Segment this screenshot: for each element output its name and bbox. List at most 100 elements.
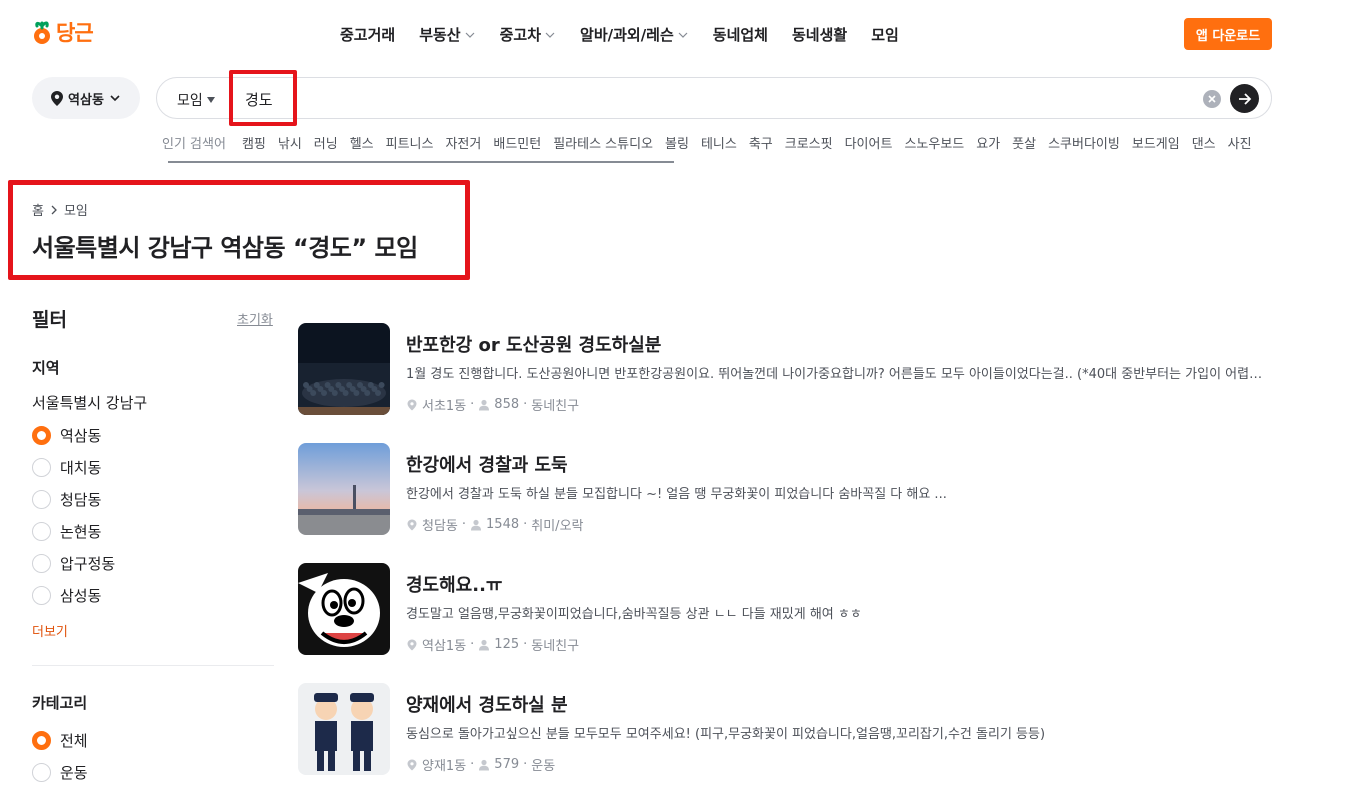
location-pin-icon — [407, 759, 417, 770]
popular-keyword[interactable]: 피트니스 — [386, 133, 434, 152]
nav-item-label: 동네업체 — [712, 26, 768, 44]
result-title[interactable]: 양재에서 경도하실 분 — [406, 691, 568, 717]
radio-label: 압구정동 — [60, 555, 116, 573]
result-item[interactable]: 양재에서 경도하실 분동심으로 돌아가고싶으신 분들 모두모두 모여주세요! (… — [298, 683, 1278, 775]
nav-item[interactable]: 중고차 — [500, 24, 556, 45]
nav-item-label: 중고거래 — [340, 26, 396, 44]
clear-search-button[interactable] — [1203, 90, 1221, 108]
popular-keyword[interactable]: 볼링 — [665, 133, 689, 152]
result-thumbnail[interactable] — [298, 683, 390, 775]
popular-keyword[interactable]: 낚시 — [278, 133, 302, 152]
radio-option[interactable]: 압구정동 — [32, 553, 115, 574]
location-pin-icon — [407, 639, 417, 650]
page-title: 서울특별시 강남구 역삼동 “경도” 모임 — [32, 234, 418, 262]
chevron-down-icon — [678, 32, 688, 38]
app-download-button[interactable]: 앱 다운로드 — [1184, 18, 1272, 50]
result-area: 청담동 — [422, 519, 458, 534]
radio-option[interactable]: 전체 — [32, 730, 88, 751]
nav-item[interactable]: 알바/과외/레슨 — [580, 24, 689, 45]
result-area: 서초1동 — [422, 399, 467, 414]
popular-keyword[interactable]: 보드게임 — [1132, 133, 1180, 152]
popular-keyword[interactable]: 풋살 — [1012, 133, 1036, 152]
carrot-logo-icon — [34, 21, 50, 44]
popular-keyword[interactable]: 러닝 — [314, 133, 338, 152]
nav-item[interactable]: 동네업체 — [713, 24, 768, 45]
popular-keyword[interactable]: 다이어트 — [845, 133, 893, 152]
popular-keyword[interactable]: 배드민턴 — [493, 133, 541, 152]
radio-unchecked-icon[interactable] — [32, 763, 51, 782]
search-category-select[interactable]: 모임 — [177, 90, 215, 110]
result-description: 동심으로 돌아가고싶으신 분들 모두모두 모여주세요! (피구,무궁화꽃이 피었… — [406, 727, 1046, 742]
popular-keyword[interactable]: 댄스 — [1192, 133, 1216, 152]
popular-keyword[interactable]: 자전거 — [445, 133, 481, 152]
search-category-label: 모임 — [177, 93, 203, 109]
radio-unchecked-icon[interactable] — [32, 458, 51, 477]
radio-unchecked-icon[interactable] — [32, 490, 51, 509]
meta-separator: · — [470, 397, 475, 412]
radio-option[interactable]: 청담동 — [32, 489, 101, 510]
breadcrumb-home[interactable]: 홈 — [32, 200, 44, 219]
radio-option[interactable]: 역삼동 — [32, 425, 101, 446]
meta-separator: · — [523, 397, 528, 412]
result-members: 125 — [494, 637, 520, 652]
filter-reset-link[interactable]: 초기화 — [237, 309, 273, 328]
popular-keywords-label: 인기 검색어 — [162, 137, 226, 152]
location-pin-icon — [407, 399, 417, 410]
popular-keyword[interactable]: 축구 — [749, 133, 773, 152]
close-icon — [1208, 95, 1216, 103]
popular-keyword[interactable]: 스노우보드 — [904, 133, 964, 152]
popular-keyword[interactable]: 크로스핏 — [785, 133, 833, 152]
popular-keyword[interactable]: 요가 — [976, 133, 1000, 152]
popular-keyword[interactable]: 필라테스 스튜디오 — [553, 133, 653, 152]
filter-title: 필터 — [32, 309, 67, 331]
result-area: 역삼1동 — [422, 639, 467, 654]
person-icon — [471, 519, 482, 530]
person-icon — [479, 639, 490, 650]
chevron-down-icon — [545, 32, 555, 38]
meta-separator: · — [523, 517, 528, 532]
radio-option[interactable]: 논현동 — [32, 521, 101, 542]
logo[interactable]: 당근 — [32, 17, 94, 47]
popular-keywords: 인기 검색어 캠핑 낚시 러닝 헬스 피트니스 자전거 배드민턴 필라테스 스튜디오 볼링 테니스… — [162, 133, 1264, 152]
meta-separator: · — [523, 757, 528, 772]
result-title[interactable]: 한강에서 경찰과 도둑 — [406, 451, 568, 477]
popular-keywords-scrollbar[interactable] — [168, 161, 674, 163]
radio-unchecked-icon[interactable] — [32, 522, 51, 541]
location-selector[interactable]: 역삼동 — [32, 77, 140, 119]
popular-keyword[interactable]: 사진 — [1228, 133, 1252, 152]
result-members: 579 — [494, 757, 520, 772]
result-thumbnail[interactable] — [298, 563, 390, 655]
search-submit-button[interactable] — [1230, 84, 1259, 113]
arrow-right-icon — [1238, 92, 1251, 105]
radio-label: 논현동 — [60, 523, 102, 541]
region-more-link[interactable]: 더보기 — [32, 621, 68, 640]
result-title[interactable]: 경도해요..ㅠ — [406, 571, 502, 597]
nav-item[interactable]: 동네생활 — [792, 24, 847, 45]
radio-unchecked-icon[interactable] — [32, 586, 51, 605]
result-category: 동네친구 — [531, 399, 580, 414]
radio-unchecked-icon[interactable] — [32, 554, 51, 573]
popular-keyword[interactable]: 캠핑 — [242, 133, 266, 152]
radio-checked-icon[interactable] — [32, 426, 51, 445]
region-parent-label: 서울특별시 강남구 — [32, 394, 148, 412]
radio-option[interactable]: 운동 — [32, 762, 88, 783]
breadcrumb-current[interactable]: 모임 — [64, 200, 88, 219]
nav-item[interactable]: 중고거래 — [340, 24, 395, 45]
result-thumbnail[interactable] — [298, 443, 390, 535]
result-thumbnail[interactable] — [298, 323, 390, 415]
result-title[interactable]: 반포한강 or 도산공원 경도하실분 — [406, 331, 661, 357]
nav-item[interactable]: 모임 — [871, 24, 899, 45]
nav-item[interactable]: 부동산 — [419, 24, 475, 45]
popular-keyword[interactable]: 헬스 — [350, 133, 374, 152]
popular-keyword[interactable]: 스쿠버다이빙 — [1048, 133, 1120, 152]
radio-option[interactable]: 삼성동 — [32, 585, 101, 606]
result-item[interactable]: 반포한강 or 도산공원 경도하실분 1월 경도 진행합니다. 도산공원아니면 반… — [298, 323, 1278, 415]
result-item[interactable]: 경도해요..ㅠ 경도말고 얼음땡,무궁화꽃이피었습니다,숨바꼭질등 상관 ㄴㄴ 다… — [298, 563, 1278, 655]
result-item[interactable]: 한강에서 경찰과 도둑 한강에서 경찰과 도둑 하실 분들 모집합니다 ~! 얼음… — [298, 443, 1278, 535]
search-input[interactable] — [245, 86, 1145, 112]
radio-option[interactable]: 대치동 — [32, 457, 101, 478]
popular-keyword[interactable]: 테니스 — [701, 133, 737, 152]
radio-checked-icon[interactable] — [32, 731, 51, 750]
chevron-down-icon — [465, 32, 475, 38]
search-bar: 모임 — [156, 77, 1272, 119]
